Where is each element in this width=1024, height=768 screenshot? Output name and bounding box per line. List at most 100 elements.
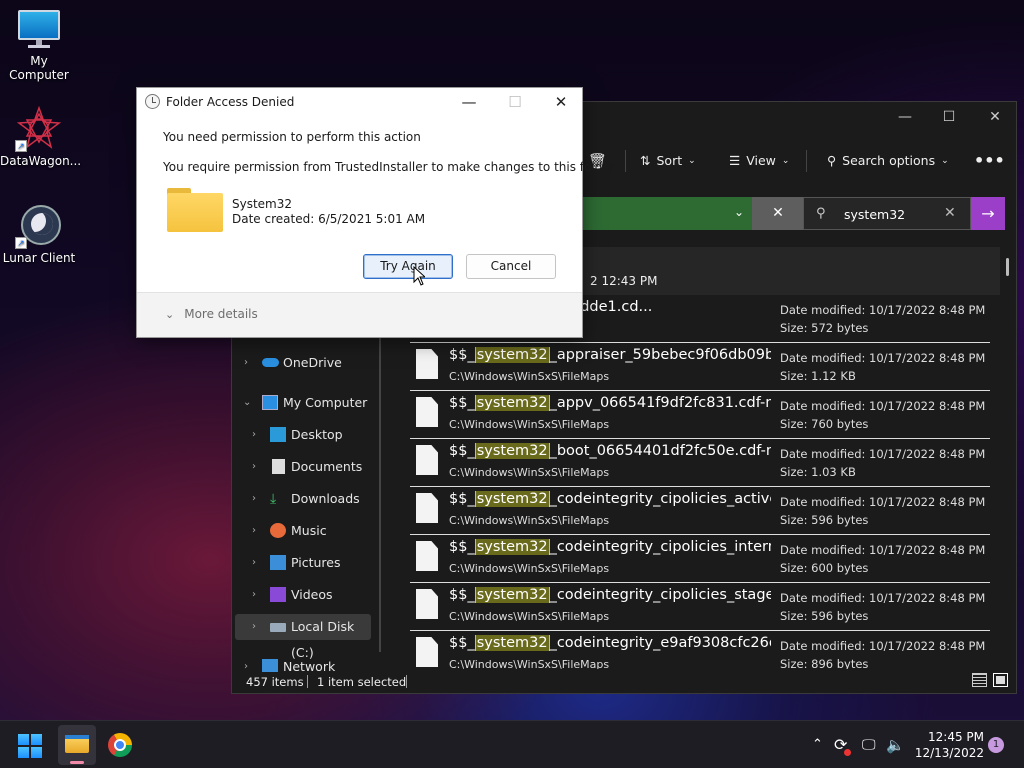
close-button[interactable]: ✕ (538, 88, 584, 116)
chevron-right-icon[interactable]: › (244, 350, 248, 376)
taskbar-file-explorer[interactable] (58, 725, 96, 765)
taskbar-chrome[interactable] (108, 733, 132, 757)
view-label: View (746, 153, 776, 168)
notification-badge[interactable]: 1 (988, 737, 1004, 753)
details-view-icon[interactable] (972, 673, 987, 687)
file-icon (416, 493, 438, 523)
selection-count: 1 item selected (317, 675, 407, 689)
chevron-right-icon[interactable]: › (252, 614, 256, 640)
close-button[interactable]: ✕ (972, 102, 1018, 132)
start-button[interactable] (18, 734, 42, 758)
more-details-toggle[interactable]: ⌄ More details (165, 307, 258, 321)
file-icon (416, 637, 438, 667)
volume-icon[interactable]: 🔈 (886, 721, 905, 768)
nav-item-label: Videos (291, 587, 333, 602)
chevron-right-icon[interactable]: › (252, 422, 256, 448)
desktop-icon-my-computer[interactable]: My Computer (0, 10, 78, 82)
file-row[interactable]: $$_system32_appraiser_59bebec9f06db09b.c… (410, 343, 990, 391)
folder-name: System32 (232, 197, 293, 211)
search-box[interactable]: ⚲ system32 ✕ (803, 197, 971, 230)
file-name: $$_ system32 _codeintegrity_cipolicies_sta… (449, 587, 771, 603)
arrow-right-icon: → (981, 204, 995, 223)
file-date-modified: Date modified: 10/17/2022 8:48 PM (780, 447, 986, 461)
file-name: $$_system32_appraiser_59bebec9f06db09b.c… (449, 347, 771, 363)
file-row[interactable]: $$_ system32 _codeintegrity_cipolicies_sta… (410, 583, 990, 631)
cancel-button[interactable]: Cancel (466, 254, 556, 279)
chevron-down-icon[interactable]: ⌄ (734, 205, 744, 219)
try-again-button[interactable]: Try Again (363, 254, 453, 279)
nav-item-label: Music (291, 523, 327, 538)
nav-item-label: OneDrive (283, 355, 342, 370)
file-size: Size: 596 bytes (780, 513, 869, 527)
file-path: C:\Windows\WinSxS\FileMaps (449, 610, 610, 623)
taskbar: ⌃ ⟳ 🖵 🔈 12:45 PM 12/13/2022 1 (0, 720, 1024, 768)
file-row[interactable]: $$_ system32 _boot_06654401df2fc50e.cdf-ms… (410, 439, 990, 487)
minimize-button[interactable]: — (446, 88, 492, 116)
file-size: Size: 1.12 KB (780, 369, 856, 383)
chevron-right-icon[interactable]: › (252, 582, 256, 608)
clear-address-button[interactable]: ✕ (752, 197, 804, 230)
search-go-button[interactable]: → (971, 197, 1005, 230)
sort-label: Sort (656, 153, 683, 168)
chevron-right-icon[interactable]: › (252, 486, 256, 512)
sort-button[interactable]: ⇅ Sort ⌄ (640, 146, 696, 176)
search-highlight: system32 (474, 587, 550, 603)
search-highlight: system32 (474, 539, 550, 555)
file-row[interactable]: $$_ system32 _appv_066541f9df2fc831.cdf-ms… (410, 391, 990, 439)
chevron-down-icon: ⌄ (688, 156, 696, 166)
chevron-right-icon[interactable]: › (252, 454, 256, 480)
maximize-button[interactable]: ☐ (926, 102, 972, 132)
nav-item-documents[interactable]: › Documents (232, 454, 377, 480)
file-size: Size: 760 bytes (780, 417, 869, 431)
nav-item-videos[interactable]: › Videos (232, 582, 377, 608)
nav-item-downloads[interactable]: › ⤓ Downloads (232, 486, 377, 512)
file-row[interactable]: $$_ system32 _codeintegrity_cipolicies_int… (410, 535, 990, 583)
chevron-right-icon[interactable]: › (252, 550, 256, 576)
music-icon (270, 523, 286, 538)
more-options-button[interactable]: ••• (974, 146, 1005, 176)
address-bar[interactable]: ⌄ ✕ (582, 197, 804, 230)
chevron-down-icon[interactable]: ⌄ (243, 390, 251, 416)
nav-item-desktop[interactable]: › Desktop (232, 422, 377, 448)
search-highlight: system32 (474, 491, 550, 507)
desktop-icon-datawagon[interactable]: ↗ DataWagon... (0, 105, 81, 168)
nav-item-local-disk[interactable]: › Local Disk (C:) (235, 614, 371, 660)
file-path: C:\Windows\WinSxS\FileMaps (449, 658, 610, 669)
nav-item-onedrive[interactable]: › OneDrive (232, 350, 377, 376)
file-name-rest: _appraiser_59bebec9f06db09b.cd... (549, 347, 771, 363)
file-name: $$_ system32 _codeintegrity_cipolicies_act… (449, 491, 771, 507)
nav-item-label: Downloads (291, 491, 360, 506)
nav-scrollbar[interactable] (379, 322, 381, 652)
maximize-button: ☐ (508, 93, 522, 111)
search-options-button[interactable]: ⚲ Search options ⌄ (827, 146, 949, 176)
nav-item-my-computer[interactable]: ⌄ My Computer (232, 390, 377, 416)
file-name-prefix: $$_ (449, 347, 475, 363)
file-name-rest: _codeintegrity_e9af9308cfc26dc2.... (549, 635, 771, 651)
nav-item-pictures[interactable]: › Pictures (232, 550, 377, 576)
tiles-view-icon[interactable] (993, 673, 1008, 687)
clock[interactable]: 12:45 PM 12/13/2022 (912, 729, 984, 761)
group-header-date: 2 12:43 PM (590, 274, 658, 288)
scrollbar-thumb[interactable] (1006, 258, 1009, 276)
search-input[interactable]: system32 (844, 207, 905, 222)
file-date-modified: Date modified: 10/17/2022 8:48 PM (780, 351, 986, 365)
nav-item-music[interactable]: › Music (232, 518, 377, 544)
sort-icon: ⇅ (640, 153, 651, 168)
minimize-button[interactable]: — (882, 102, 928, 132)
show-hidden-icons-button[interactable]: ⌃ (812, 721, 823, 768)
clear-search-button[interactable]: ✕ (944, 205, 956, 221)
view-button[interactable]: ☰ View ⌄ (729, 146, 789, 176)
search-highlight: system32 (474, 347, 550, 363)
file-row[interactable]: $$_ system32 _codeintegrity_cipolicies_act… (410, 487, 990, 535)
file-name: $$_ system32 _codeintegrity_cipolicies_int… (449, 539, 771, 555)
folder-date: Date created: 6/5/2021 5:01 AM (232, 212, 426, 226)
chevron-down-icon: ⌄ (781, 156, 790, 166)
file-row[interactable]: $$_system32_codeintegrity_e9af9308cfc26d… (410, 631, 990, 669)
search-options-label: Search options (842, 153, 936, 168)
network-icon[interactable]: 🖵 (862, 721, 876, 768)
datawagon-logo-icon: ↗ (15, 105, 62, 152)
file-size: Size: 596 bytes (780, 609, 869, 623)
desktop-icon-lunar-client[interactable]: ↗ Lunar Client (0, 203, 78, 265)
chevron-right-icon[interactable]: › (252, 518, 256, 544)
sync-icon[interactable]: ⟳ (834, 721, 851, 768)
